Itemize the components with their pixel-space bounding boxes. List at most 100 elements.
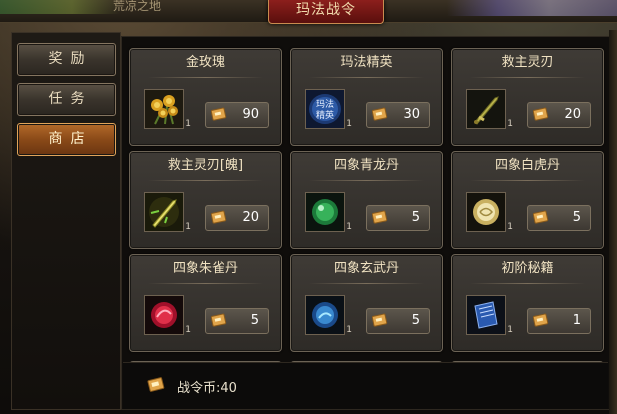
item-cost: 30 [403,107,420,122]
divider [148,77,263,78]
divider [309,77,424,78]
place-name: 荒凉之地 [113,0,162,13]
spirit-blade-soul-icon [145,193,183,231]
menu-button-label: 商店 [48,131,93,147]
shop-item-card[interactable]: 四象白虎丹 1 5 [451,151,604,249]
menu-button-shop[interactable]: 商店 [17,123,116,156]
buy-button[interactable]: 5 [366,205,430,231]
golden-rose-icon [145,90,183,128]
mafa-elite-badge-icon: 玛法 精英 [306,90,344,128]
item-slot[interactable]: 玛法 精英 1 [305,89,352,129]
shop-grid: 金玫瑰 1 90 玛法精英 玛法 精英 1 30 救主灵刃 1 20 救主灵刃[… [127,45,605,368]
menu-button-tasks[interactable]: 任务 [17,83,116,116]
shop-item-card[interactable]: 初阶秘籍 1 1 [451,254,604,352]
black-tortoise-pill-icon [306,296,344,334]
crystal-decoration [447,0,617,16]
ticket-icon [372,107,388,121]
svg-text:玛法: 玛法 [316,98,334,110]
window-title: 玛法战令 [268,0,384,24]
ticket-icon [533,107,549,121]
divider [148,283,263,284]
item-quantity: 1 [507,325,513,335]
item-slot[interactable]: 1 [144,192,191,232]
item-cost: 1 [572,313,581,328]
item-quantity: 1 [185,325,191,335]
item-slot[interactable]: 1 [305,192,352,232]
buy-button[interactable]: 5 [527,205,591,231]
item-name: 金玫瑰 [185,55,225,70]
beginner-manual-icon [467,296,505,334]
buy-button[interactable]: 1 [527,308,591,334]
item-name: 四象青龙丹 [333,158,399,173]
item-name: 救主灵刃 [501,55,554,70]
item-slot[interactable]: 1 [305,295,352,335]
ticket-icon [372,210,388,224]
item-name: 四象朱雀丹 [172,261,238,276]
item-quantity: 1 [185,119,191,129]
menu-button-label: 奖励 [48,51,93,67]
shop-panel: 金玫瑰 1 90 玛法精英 玛法 精英 1 30 救主灵刃 1 20 救主灵刃[… [121,36,610,410]
ticket-icon [211,210,227,224]
buy-button[interactable]: 20 [205,205,269,231]
currency-bar: 战令币:40 [123,362,608,409]
buy-button[interactable]: 30 [366,102,430,128]
divider [309,283,424,284]
item-cost: 5 [250,313,259,328]
divider [470,77,585,78]
item-slot[interactable]: 1 [466,295,513,335]
item-quantity: 1 [346,325,352,335]
item-quantity: 1 [346,119,352,129]
currency-balance: 战令币:40 [177,381,237,396]
shop-item-card[interactable]: 金玫瑰 1 90 [129,48,282,146]
frame-edge [609,30,617,414]
window-title-text: 玛法战令 [296,2,356,18]
item-slot[interactable]: 1 [466,192,513,232]
svg-text:精英: 精英 [316,109,334,121]
item-name: 初阶秘籍 [501,261,554,276]
item-cost: 20 [242,210,259,225]
item-cost: 90 [242,107,259,122]
azure-dragon-pill-icon [306,193,344,231]
ticket-icon [372,313,388,327]
side-menu: 奖励 任务 商店 [11,32,121,410]
ticket-icon [533,313,549,327]
divider [470,283,585,284]
spirit-blade-icon [467,90,505,128]
shop-item-card[interactable]: 四象青龙丹 1 5 [290,151,443,249]
item-name: 四象白虎丹 [494,158,560,173]
buy-button[interactable]: 20 [527,102,591,128]
buy-button[interactable]: 90 [205,102,269,128]
vermilion-bird-pill-icon [145,296,183,334]
item-slot[interactable]: 1 [466,89,513,129]
ticket-icon [211,107,227,121]
shop-item-card[interactable]: 四象玄武丹 1 5 [290,254,443,352]
divider [148,180,263,181]
leaf-decoration [0,0,120,14]
ticket-icon [533,210,549,224]
item-quantity: 1 [507,119,513,129]
ticket-icon [211,313,227,327]
item-name: 四象玄武丹 [333,261,399,276]
shop-item-card[interactable]: 四象朱雀丹 1 5 [129,254,282,352]
game-window: 荒凉之地 玛法战令 奖励 任务 商店 金玫瑰 1 90 玛法精英 玛法 精英 1… [0,0,617,414]
item-name: 玛法精英 [340,55,393,70]
buy-button[interactable]: 5 [205,308,269,334]
item-quantity: 1 [185,222,191,232]
divider [309,180,424,181]
shop-item-card[interactable]: 救主灵刃 1 20 [451,48,604,146]
item-cost: 5 [411,313,420,328]
white-tiger-pill-icon [467,193,505,231]
item-name: 救主灵刃[魄] [167,158,244,173]
menu-button-rewards[interactable]: 奖励 [17,43,116,76]
item-quantity: 1 [507,222,513,232]
divider [470,180,585,181]
shop-item-card[interactable]: 玛法精英 玛法 精英 1 30 [290,48,443,146]
item-cost: 5 [572,210,581,225]
item-slot[interactable]: 1 [144,89,191,129]
buy-button[interactable]: 5 [366,308,430,334]
item-cost: 20 [564,107,581,122]
shop-item-card[interactable]: 救主灵刃[魄] 1 20 [129,151,282,249]
menu-button-label: 任务 [48,91,93,107]
battle-pass-coin-icon [147,377,165,392]
item-slot[interactable]: 1 [144,295,191,335]
